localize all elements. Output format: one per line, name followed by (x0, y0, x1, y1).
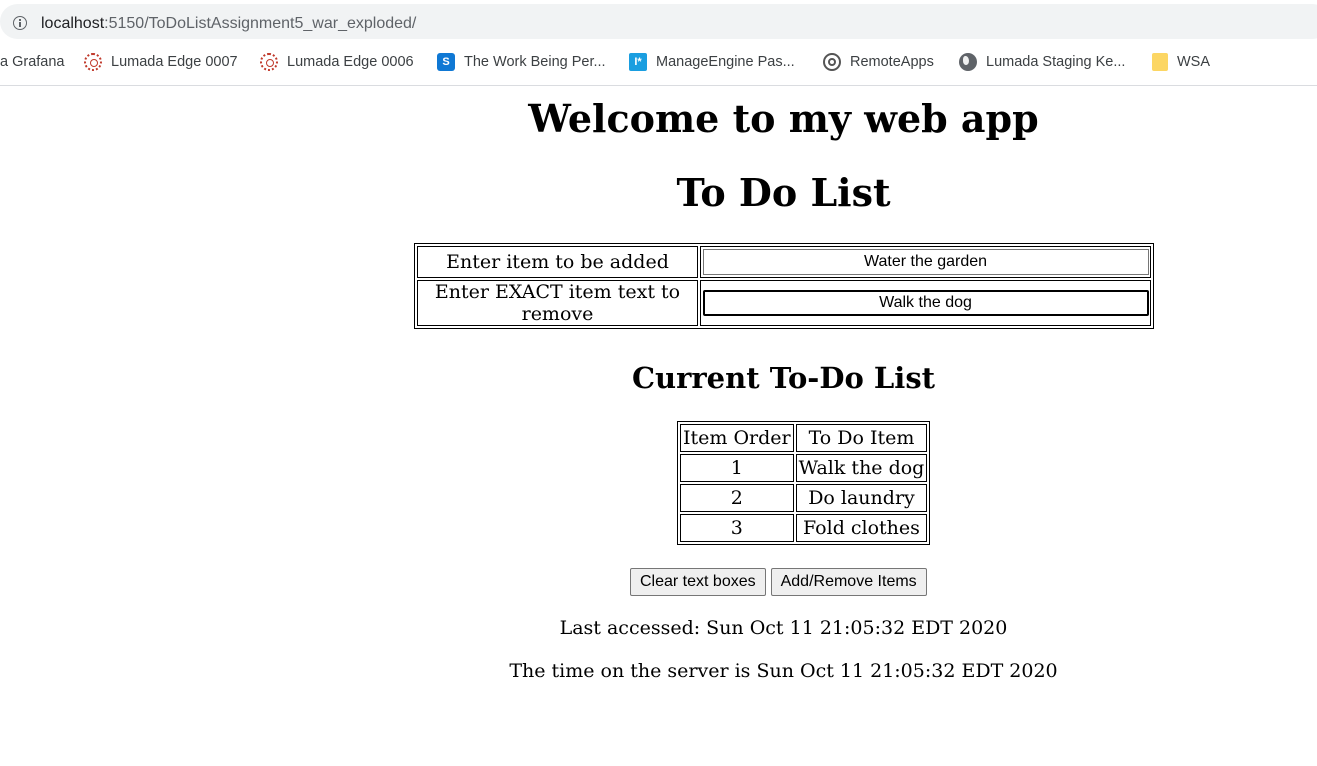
list-heading: Current To-Do List (631, 361, 936, 395)
todo-list-table: Item Order To Do Item 1 Walk the dog 2 D… (677, 421, 931, 545)
todo-item: Walk the dog (795, 454, 928, 482)
item-order: 1 (680, 454, 794, 482)
browser-chrome: localhost:5150/ToDoListAssignment5_war_e… (0, 0, 1317, 86)
manageengine-icon: I* (629, 53, 647, 71)
add-item-cell (700, 246, 1151, 278)
page-title: To Do List (676, 170, 891, 215)
remove-item-label: Enter EXACT item text to remove (417, 280, 698, 326)
address-bar[interactable]: localhost:5150/ToDoListAssignment5_war_e… (0, 4, 1317, 39)
table-row: 2 Do laundry (680, 484, 928, 512)
item-form-table: Enter item to be added Enter EXACT item … (414, 243, 1154, 329)
last-accessed-text: Last accessed: Sun Oct 11 21:05:32 EDT 2… (559, 617, 1008, 639)
bookmark-label: Lumada Edge 0006 (287, 54, 414, 70)
bookmark-label: Lumada Staging Ke... (986, 54, 1126, 70)
globe-icon (959, 53, 977, 71)
bookmark-label: RemoteApps (850, 54, 934, 70)
add-remove-items-button[interactable]: Add/Remove Items (770, 568, 927, 596)
bookmark-label: Lumada Edge 0007 (111, 54, 238, 70)
add-item-row: Enter item to be added (417, 246, 1151, 278)
table-row: 1 Walk the dog (680, 454, 928, 482)
gear-icon (84, 53, 102, 71)
page-content: Welcome to my web app To Do List Enter i… (0, 86, 1317, 766)
remove-item-row: Enter EXACT item text to remove (417, 280, 1151, 326)
bookmark-manageengine[interactable]: I* ManageEngine Pas... (629, 52, 795, 72)
site-info-icon[interactable] (13, 16, 27, 30)
server-time-text: The time on the server is Sun Oct 11 21:… (509, 660, 1058, 682)
bookmark-wsa[interactable]: WSA (1152, 52, 1210, 72)
welcome-heading: Welcome to my web app (528, 96, 1039, 141)
remove-item-cell (700, 280, 1151, 326)
remove-item-input[interactable] (702, 290, 1149, 316)
bookmark-lumada-edge-0006[interactable]: Lumada Edge 0006 (260, 52, 414, 72)
url-host: localhost (41, 15, 105, 32)
bookmark-label: ManageEngine Pas... (656, 54, 795, 70)
bookmark-label: a Grafana (0, 54, 65, 70)
table-row: 3 Fold clothes (680, 514, 928, 542)
form-buttons: Clear text boxes Add/Remove Items (630, 568, 927, 596)
gear-icon (260, 53, 278, 71)
folder-icon (1152, 53, 1168, 71)
bookmarks-bar: a Grafana Lumada Edge 0007 Lumada Edge 0… (0, 48, 1317, 76)
bookmark-lumada-edge-0007[interactable]: Lumada Edge 0007 (84, 52, 238, 72)
bookmark-lumada-staging[interactable]: Lumada Staging Ke... (959, 52, 1125, 72)
todo-item: Do laundry (795, 484, 928, 512)
bookmark-label: WSA (1177, 54, 1211, 70)
clear-text-boxes-button[interactable]: Clear text boxes (630, 568, 766, 596)
bookmark-grafana[interactable]: a Grafana (0, 52, 65, 72)
bookmark-label: The Work Being Per... (464, 54, 606, 70)
add-item-input[interactable] (702, 249, 1149, 275)
item-order: 2 (680, 484, 794, 512)
bookmark-work-being-performed[interactable]: S The Work Being Per... (437, 52, 606, 72)
table-header-row: Item Order To Do Item (680, 424, 928, 452)
sharepoint-icon: S (437, 53, 455, 71)
todo-item: Fold clothes (795, 514, 928, 542)
column-header-item: To Do Item (795, 424, 928, 452)
bookmark-remoteapps[interactable]: RemoteApps (823, 52, 934, 72)
column-header-order: Item Order (680, 424, 794, 452)
url-text[interactable]: localhost:5150/ToDoListAssignment5_war_e… (41, 15, 416, 33)
add-item-label: Enter item to be added (417, 246, 698, 278)
url-path: :5150/ToDoListAssignment5_war_exploded/ (104, 15, 417, 32)
item-order: 3 (680, 514, 794, 542)
swirl-icon (823, 53, 841, 71)
